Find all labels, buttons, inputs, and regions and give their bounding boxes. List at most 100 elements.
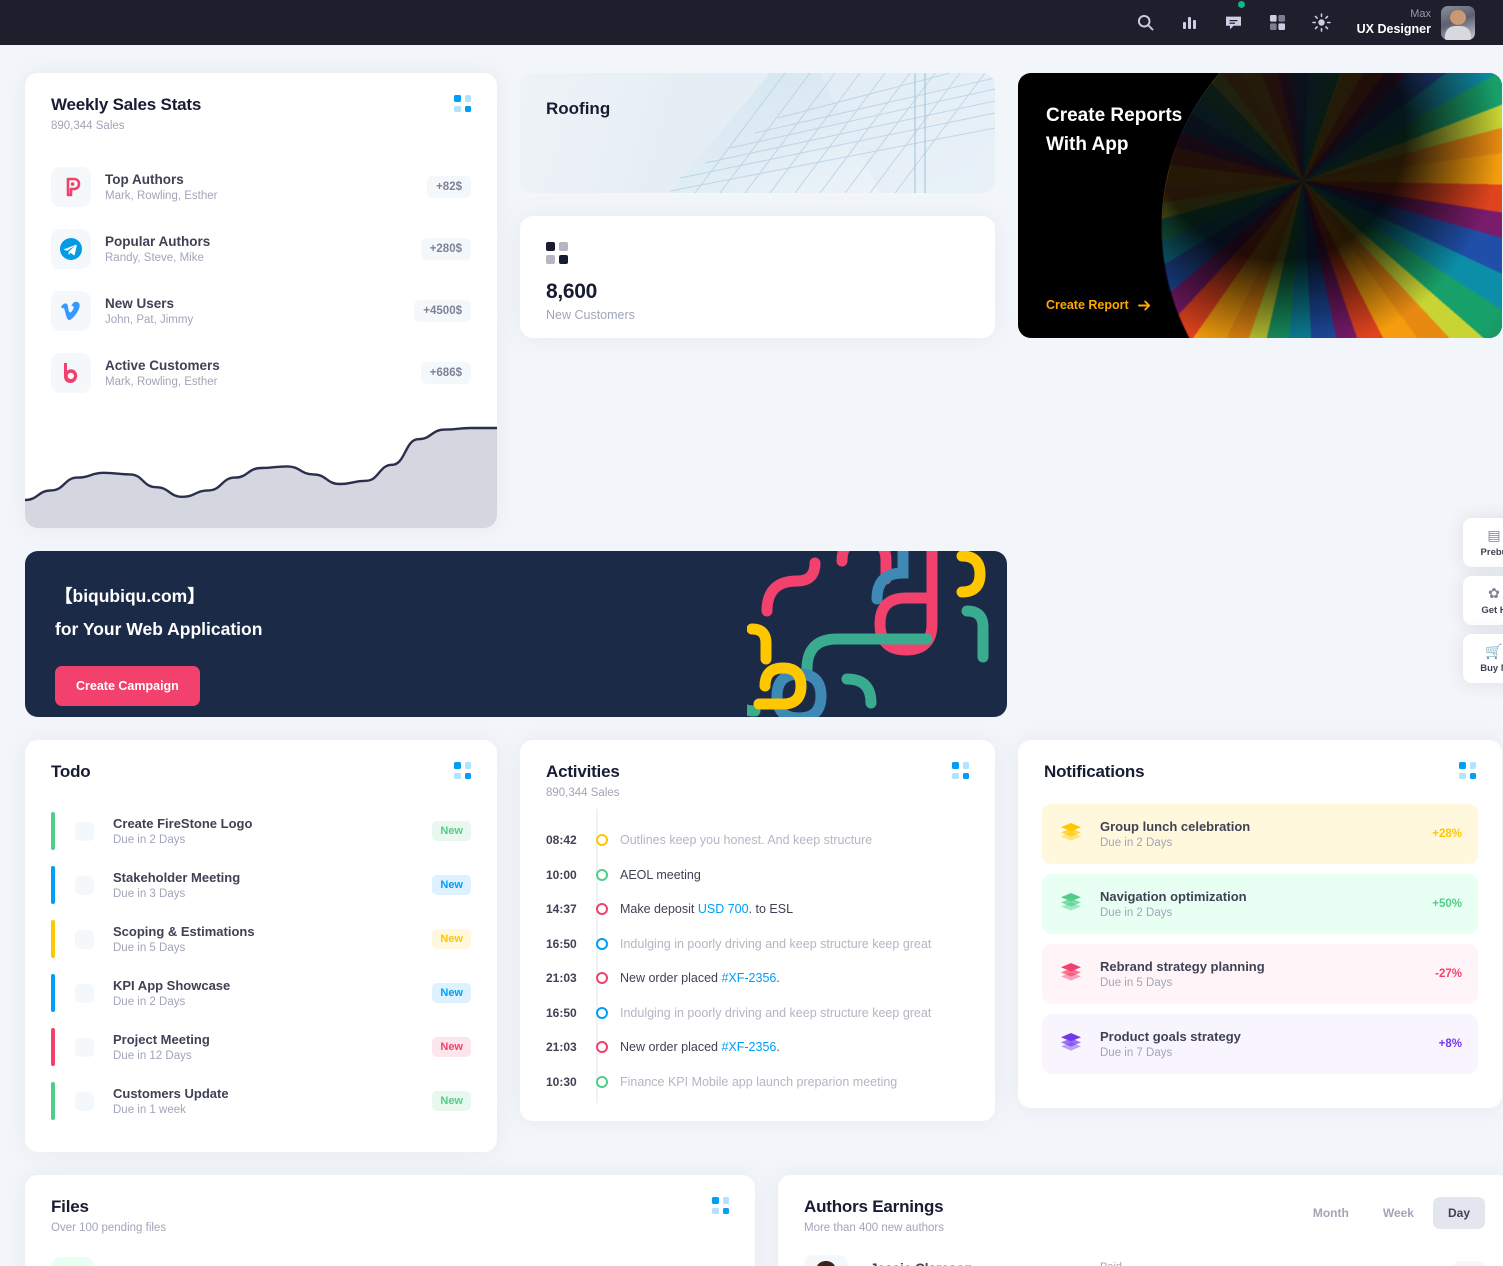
rail-item-buy-n[interactable]: 🛒 Buy N xyxy=(1463,634,1503,683)
create-report-link[interactable]: Create Report xyxy=(1046,298,1151,312)
chat-icon[interactable] xyxy=(1221,0,1247,36)
todo-checkbox[interactable] xyxy=(75,1037,94,1057)
paid-label: Paid xyxy=(1100,1261,1310,1266)
todo-item[interactable]: Project Meeting Due in 12 Days New xyxy=(51,1020,471,1074)
todo-accent-bar xyxy=(51,1082,55,1120)
activity-item: 10:00 AEOL meeting xyxy=(546,858,969,893)
card-subtitle: 890,344 Sales xyxy=(51,120,125,132)
card-title: Activities xyxy=(546,762,620,781)
sales-stat-amount: +82$ xyxy=(427,176,471,198)
notification-item[interactable]: Navigation optimization Due in 2 Days +50% xyxy=(1042,874,1478,934)
activity-link[interactable]: USD 700 xyxy=(698,902,749,916)
reports-title-line2: With App xyxy=(1046,134,1129,156)
layers-icon xyxy=(1058,1031,1084,1058)
todo-checkbox[interactable] xyxy=(75,821,94,841)
card-menu-icon[interactable] xyxy=(1459,762,1476,779)
activity-link[interactable]: #XF-2356 xyxy=(721,1040,776,1054)
sales-stat-amount: +4500$ xyxy=(414,300,471,322)
avatar[interactable] xyxy=(1441,5,1475,40)
new-customers-label: New Customers xyxy=(546,308,635,322)
activity-item: 21:03 New order placed #XF-2356. xyxy=(546,1030,969,1065)
todo-item[interactable]: Stakeholder Meeting Due in 3 Days New xyxy=(51,858,471,912)
todo-item[interactable]: Scoping & Estimations Due in 5 Days New xyxy=(51,912,471,966)
notification-item[interactable]: Rebrand strategy planning Due in 5 Days -2… xyxy=(1042,944,1478,1004)
todo-checkbox[interactable] xyxy=(75,983,94,1003)
notification-item[interactable]: Group lunch celebration Due in 2 Days +28% xyxy=(1042,804,1478,864)
earnings-row[interactable]: Jessie ClarcsonHTML, CSS CodingPaid$1,20… xyxy=(778,1244,1503,1266)
file-item[interactable]: Top AuthorsReactJs, HTML4600 Users5.4MB xyxy=(25,1244,755,1266)
search-icon[interactable] xyxy=(1133,10,1159,36)
activity-marker-icon xyxy=(596,868,608,881)
roofing-card: Roofing xyxy=(520,73,995,193)
todo-card: Todo Create FireStone Logo Due in 2 Days N… xyxy=(25,740,497,1152)
todo-title: Project Meeting xyxy=(113,1032,210,1047)
card-menu-icon[interactable] xyxy=(712,1197,729,1214)
todo-badge: New xyxy=(432,1091,471,1111)
todo-checkbox[interactable] xyxy=(75,1091,94,1111)
todo-checkbox[interactable] xyxy=(75,929,94,949)
create-reports-card: Create Reports With App Create Report xyxy=(1018,73,1502,338)
card-title: Weekly Sales Stats xyxy=(51,95,202,114)
campaign-line1: 【biqubiqu.com】 xyxy=(55,586,205,606)
activities-timeline: 08:42 Outlines keep you honest. And keep … xyxy=(520,799,995,1121)
todo-due-date: Due in 2 Days xyxy=(113,834,186,846)
create-campaign-button[interactable]: Create Campaign xyxy=(55,666,200,706)
activity-time: 21:03 xyxy=(546,1040,577,1055)
todo-accent-bar xyxy=(51,866,55,904)
activity-item: 14:37 Make deposit USD 700. to ESL xyxy=(546,892,969,927)
notifications-card: Notifications Group lunch celebration Due… xyxy=(1018,740,1502,1108)
activity-text: Make deposit USD 700. to ESL xyxy=(620,902,794,917)
card-menu-icon[interactable] xyxy=(952,762,969,779)
campaign-line2: for Your Web Application xyxy=(55,619,263,639)
sales-stat-name: Top Authors xyxy=(105,172,184,187)
todo-due-date: Due in 1 week xyxy=(113,1104,186,1116)
user-profile[interactable]: Max UX Designer xyxy=(1357,5,1475,40)
card-menu-icon[interactable] xyxy=(454,762,471,779)
notification-percent: +28% xyxy=(1432,828,1462,840)
range-tab-week[interactable]: Week xyxy=(1368,1197,1429,1229)
notification-item[interactable]: Product goals strategy Due in 7 Days +8% xyxy=(1042,1014,1478,1074)
activity-time: 16:50 xyxy=(546,1005,577,1020)
chart-icon[interactable] xyxy=(1177,10,1203,36)
todo-item[interactable]: Create FireStone Logo Due in 2 Days New xyxy=(51,804,471,858)
rail-item-prebu[interactable]: ▤ Prebu xyxy=(1463,518,1503,567)
range-tab-day[interactable]: Day xyxy=(1432,1197,1485,1229)
activity-marker-icon xyxy=(596,972,608,985)
activity-item: 10:30 Finance KPI Mobile app launch prepa… xyxy=(546,1065,969,1100)
sales-stat-desc: Randy, Steve, Mike xyxy=(105,252,204,264)
range-tab-group[interactable]: Month Week Day xyxy=(1298,1197,1485,1229)
building-illustration xyxy=(520,73,995,193)
sales-stat-row[interactable]: Top Authors Mark, Rowling, Esther +82$ xyxy=(51,156,471,218)
todo-badge: New xyxy=(432,875,471,895)
notification-dot xyxy=(1237,0,1245,8)
card-title: Files xyxy=(51,1197,89,1216)
card-menu-icon[interactable] xyxy=(454,95,471,112)
range-tab-month[interactable]: Month xyxy=(1298,1197,1364,1229)
layers-icon xyxy=(1058,961,1084,988)
weekly-sales-stats-card: Weekly Sales Stats 890,344 Sales Top Aut… xyxy=(25,73,497,528)
sales-stat-row[interactable]: New Users John, Pat, Jimmy +4500$ xyxy=(51,280,471,342)
rail-label: Get H xyxy=(1481,605,1503,616)
todo-accent-bar xyxy=(51,974,55,1012)
todo-accent-bar xyxy=(51,1028,55,1066)
activity-marker-icon xyxy=(596,903,608,916)
card-subtitle: Over 100 pending files xyxy=(51,1222,167,1234)
brightness-icon[interactable] xyxy=(1309,10,1335,36)
grid-icon[interactable] xyxy=(1265,10,1291,36)
notification-percent: +8% xyxy=(1438,1038,1462,1050)
activity-link[interactable]: #XF-2356 xyxy=(721,971,776,985)
todo-checkbox[interactable] xyxy=(75,875,94,895)
rail-item-get-h[interactable]: ✿ Get H xyxy=(1463,576,1503,625)
chevron-right-icon[interactable] xyxy=(1453,1261,1485,1266)
todo-item[interactable]: Customers Update Due in 1 week New xyxy=(51,1074,471,1128)
weekly-sales-area-chart xyxy=(25,383,497,528)
todo-title: KPI App Showcase xyxy=(113,978,231,993)
card-title: Notifications xyxy=(1044,762,1145,781)
book-icon: ▤ xyxy=(1487,527,1501,543)
activity-text: Outlines keep you honest. And keep struc… xyxy=(620,833,873,848)
card-subtitle: More than 400 new authors xyxy=(804,1222,945,1234)
product-hunt-icon xyxy=(51,167,91,207)
sales-stat-amount: +686$ xyxy=(420,362,471,384)
sales-stat-row[interactable]: Popular Authors Randy, Steve, Mike +280$ xyxy=(51,218,471,280)
todo-item[interactable]: KPI App Showcase Due in 2 Days New xyxy=(51,966,471,1020)
